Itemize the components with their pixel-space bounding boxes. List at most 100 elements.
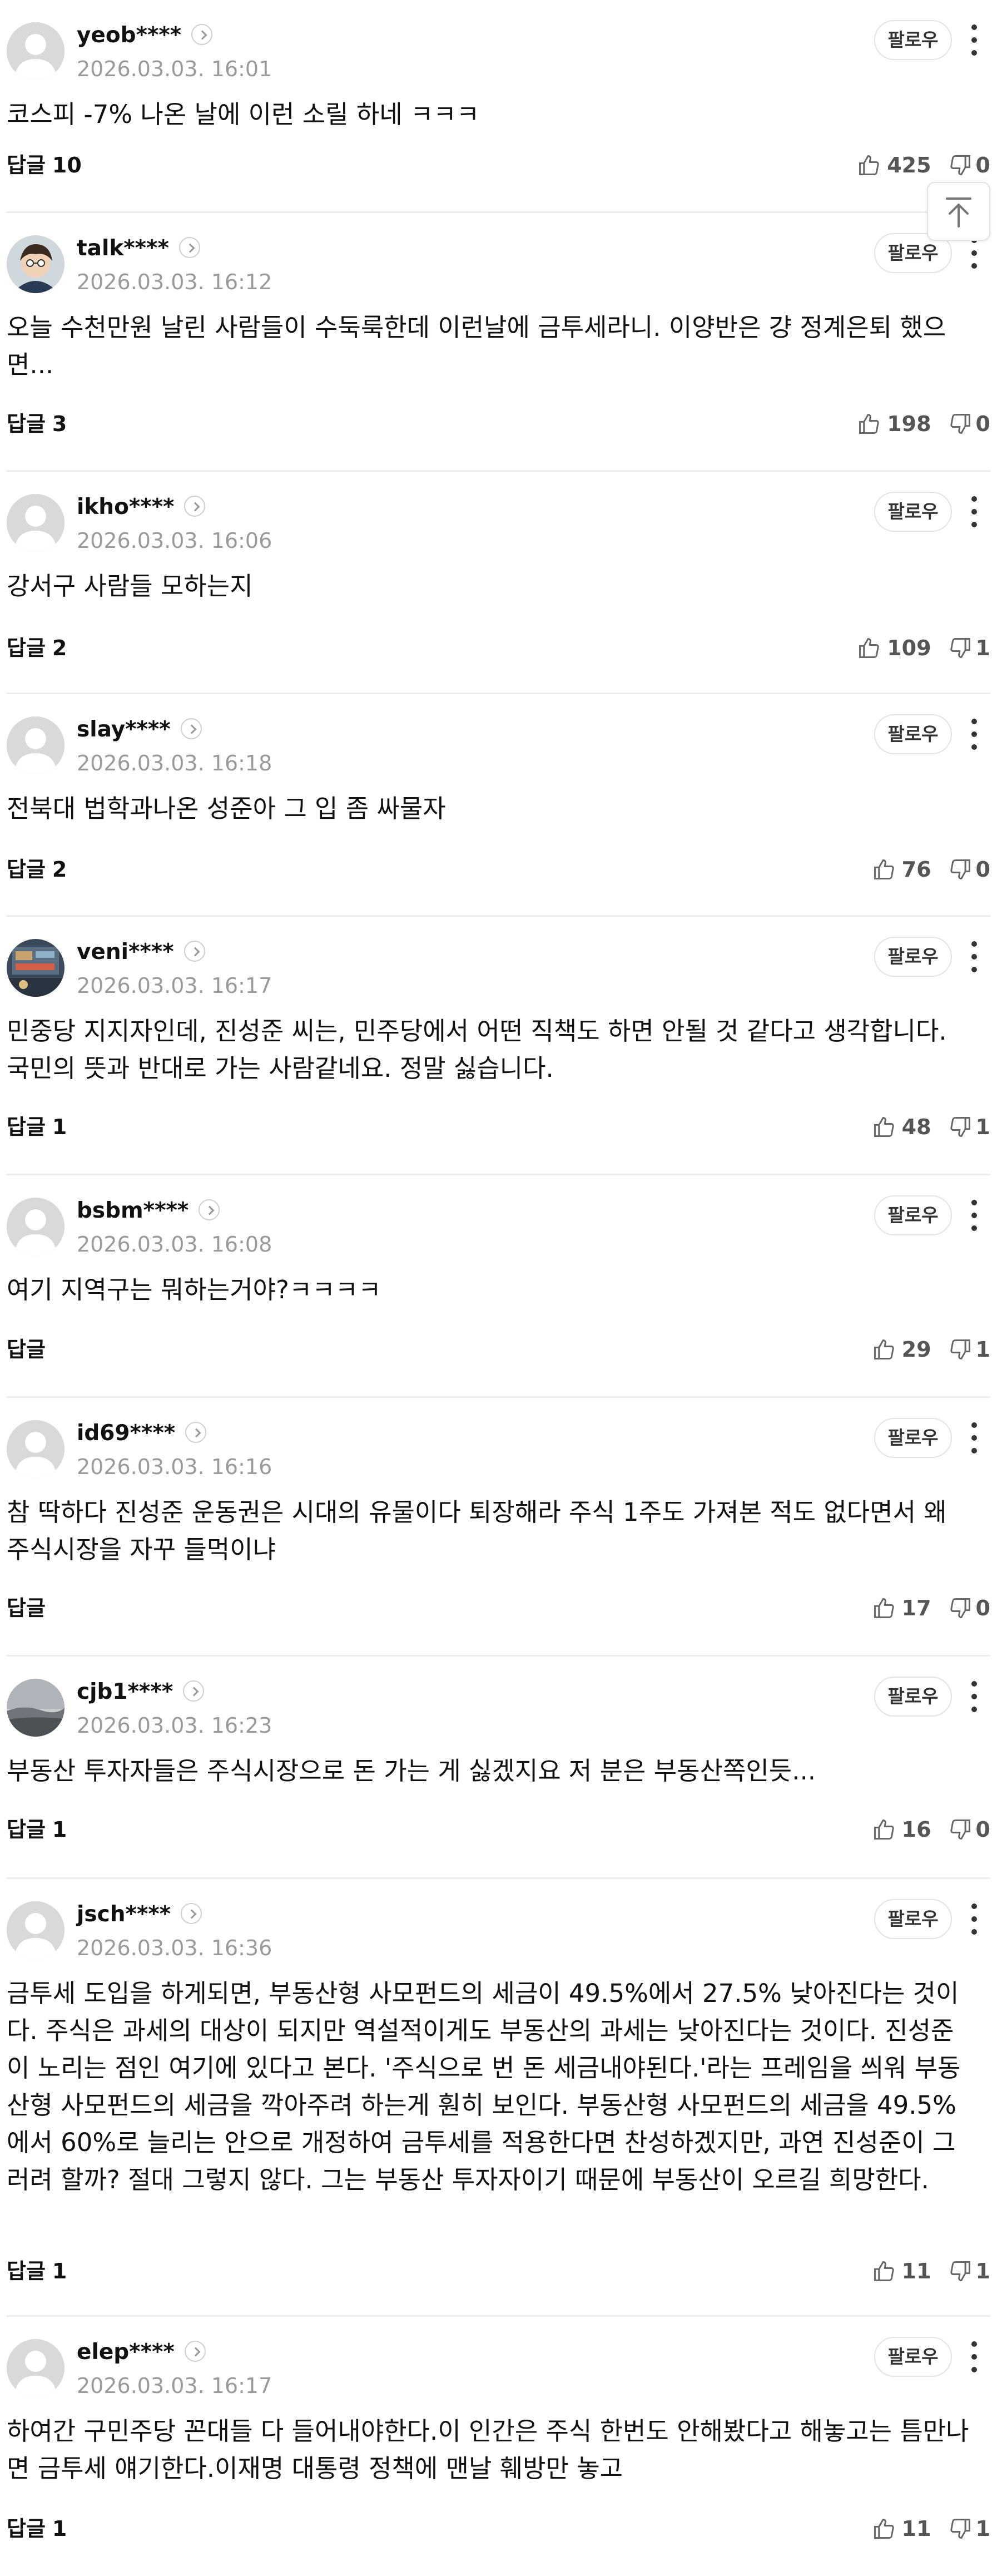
- dislike-button[interactable]: 0: [948, 153, 990, 177]
- more-vertical-icon[interactable]: [968, 495, 981, 528]
- reply-button[interactable]: 답글 1: [7, 1113, 67, 1141]
- reply-label: 답글: [7, 2259, 46, 2283]
- scroll-top-button[interactable]: [927, 182, 990, 241]
- comment-item: ikho**** 2026.03.03. 16:06 팔로우 강서구 사람들 모…: [0, 472, 997, 694]
- comment-author[interactable]: bsbm****: [77, 1196, 220, 1225]
- reply-button[interactable]: 답글: [7, 1594, 52, 1622]
- comment-author[interactable]: jsch****: [77, 1900, 202, 1929]
- like-button[interactable]: 425: [857, 153, 948, 177]
- reply-button[interactable]: 답글: [7, 1336, 52, 1363]
- chevron-right-icon[interactable]: [180, 718, 202, 739]
- thumbs-down-icon: [948, 412, 973, 436]
- chevron-right-icon[interactable]: [184, 495, 206, 517]
- follow-button[interactable]: 팔로우: [874, 492, 952, 532]
- more-vertical-icon[interactable]: [968, 2340, 981, 2374]
- dislike-button[interactable]: 1: [948, 2259, 990, 2283]
- comment-author[interactable]: slay****: [77, 715, 202, 744]
- like-button[interactable]: 17: [872, 1596, 948, 1620]
- chevron-right-icon[interactable]: [185, 1421, 207, 1443]
- comment-author[interactable]: talk****: [77, 234, 200, 263]
- arrow-up-to-top-icon: [946, 197, 971, 228]
- follow-button[interactable]: 팔로우: [874, 937, 952, 977]
- chevron-right-icon[interactable]: [183, 940, 205, 962]
- reply-label: 답글: [7, 412, 46, 436]
- dislike-button[interactable]: 1: [948, 636, 990, 660]
- more-vertical-icon[interactable]: [968, 1199, 981, 1232]
- dislike-count: 1: [975, 2259, 990, 2283]
- reply-button[interactable]: 답글 1: [7, 2515, 67, 2543]
- follow-button[interactable]: 팔로우: [874, 20, 952, 60]
- follow-button[interactable]: 팔로우: [874, 1418, 952, 1458]
- avatar[interactable]: [7, 2339, 65, 2397]
- chevron-right-icon[interactable]: [191, 23, 213, 45]
- like-button[interactable]: 16: [872, 1817, 948, 1842]
- more-vertical-icon[interactable]: [968, 718, 981, 751]
- chevron-right-icon[interactable]: [178, 236, 200, 258]
- reply-button[interactable]: 답글 2: [7, 634, 67, 662]
- reply-button[interactable]: 답글 2: [7, 856, 67, 883]
- more-vertical-icon[interactable]: [968, 1680, 981, 1713]
- comment-author[interactable]: cjb1****: [77, 1678, 205, 1707]
- avatar[interactable]: [7, 494, 65, 552]
- follow-button[interactable]: 팔로우: [874, 1195, 952, 1235]
- follow-button[interactable]: 팔로우: [874, 1677, 952, 1717]
- like-button[interactable]: 11: [872, 2516, 948, 2541]
- dislike-button[interactable]: 0: [948, 412, 990, 436]
- chevron-right-icon[interactable]: [199, 1199, 220, 1220]
- reply-button[interactable]: 답글 3: [7, 410, 67, 438]
- comment-text: 금투세 도입을 하게되면, 부동산형 사모펀드의 세금이 49.5%에서 27.…: [7, 1979, 961, 2194]
- like-button[interactable]: 11: [872, 2259, 948, 2283]
- thumbs-up-icon: [872, 1596, 896, 1620]
- chevron-right-icon[interactable]: [183, 1680, 205, 1702]
- comment-author[interactable]: veni****: [77, 938, 205, 967]
- like-button[interactable]: 109: [857, 636, 948, 660]
- avatar[interactable]: [7, 716, 65, 774]
- comment-author[interactable]: id69****: [77, 1419, 207, 1448]
- more-vertical-icon[interactable]: [968, 1421, 981, 1455]
- comment-date: 2026.03.03. 16:17: [77, 2374, 272, 2398]
- more-vertical-icon[interactable]: [968, 23, 981, 57]
- comment-item: talk**** 2026.03.03. 16:12 팔로우 오늘 수천만원 날…: [0, 213, 997, 472]
- dislike-button[interactable]: 0: [948, 1817, 990, 1842]
- more-vertical-icon[interactable]: [968, 236, 981, 270]
- author-name: ikho****: [77, 495, 175, 520]
- like-button[interactable]: 29: [872, 1337, 948, 1362]
- thumbs-down-icon: [948, 1596, 973, 1620]
- comment-text: 코스피 -7% 나온 날에 이런 소릴 하네 ㅋㅋㅋ: [7, 100, 480, 129]
- dislike-count: 1: [975, 636, 990, 660]
- avatar[interactable]: [7, 1198, 65, 1255]
- reply-button[interactable]: 답글 1: [7, 1816, 67, 1843]
- more-vertical-icon[interactable]: [968, 1902, 981, 1936]
- avatar[interactable]: [7, 1679, 65, 1737]
- comment-text: 오늘 수천만원 날린 사람들이 수둑룩한데 이런날에 금투세라니. 이양반은 걍…: [7, 313, 946, 379]
- dislike-button[interactable]: 1: [948, 2516, 990, 2541]
- more-vertical-icon[interactable]: [968, 940, 981, 973]
- dislike-button[interactable]: 1: [948, 1115, 990, 1139]
- follow-button[interactable]: 팔로우: [874, 2337, 952, 2377]
- avatar[interactable]: [7, 22, 65, 80]
- comment-text: 부동산 투자자들은 주식시장으로 돈 가는 게 싫겠지요 저 분은 부동산쪽인듯…: [7, 1756, 816, 1786]
- avatar[interactable]: [7, 1420, 65, 1478]
- like-button[interactable]: 198: [857, 412, 948, 436]
- reply-count: 3: [52, 412, 67, 436]
- like-button[interactable]: 76: [872, 857, 948, 882]
- avatar[interactable]: [7, 939, 65, 997]
- reply-button[interactable]: 답글 1: [7, 2257, 67, 2285]
- chevron-right-icon[interactable]: [184, 2340, 206, 2362]
- reply-label: 답글: [7, 1817, 46, 1842]
- follow-button[interactable]: 팔로우: [874, 714, 952, 754]
- comment-author[interactable]: elep****: [77, 2338, 206, 2367]
- dislike-button[interactable]: 1: [948, 1337, 990, 1362]
- like-button[interactable]: 48: [872, 1115, 948, 1139]
- vote-group: 76 0: [872, 856, 990, 883]
- avatar[interactable]: [7, 235, 65, 293]
- dislike-button[interactable]: 0: [948, 1596, 990, 1620]
- comment-author[interactable]: ikho****: [77, 493, 206, 522]
- comment-author[interactable]: yeob****: [77, 21, 213, 50]
- comment-text: 민중당 지지자인데, 진성준 씨는, 민주당에서 어떤 직책도 하면 안될 것 …: [7, 1016, 947, 1083]
- follow-button[interactable]: 팔로우: [874, 1899, 952, 1939]
- avatar[interactable]: [7, 1901, 65, 1959]
- reply-button[interactable]: 답글 10: [7, 151, 82, 179]
- dislike-button[interactable]: 0: [948, 857, 990, 882]
- chevron-right-icon[interactable]: [181, 1902, 202, 1924]
